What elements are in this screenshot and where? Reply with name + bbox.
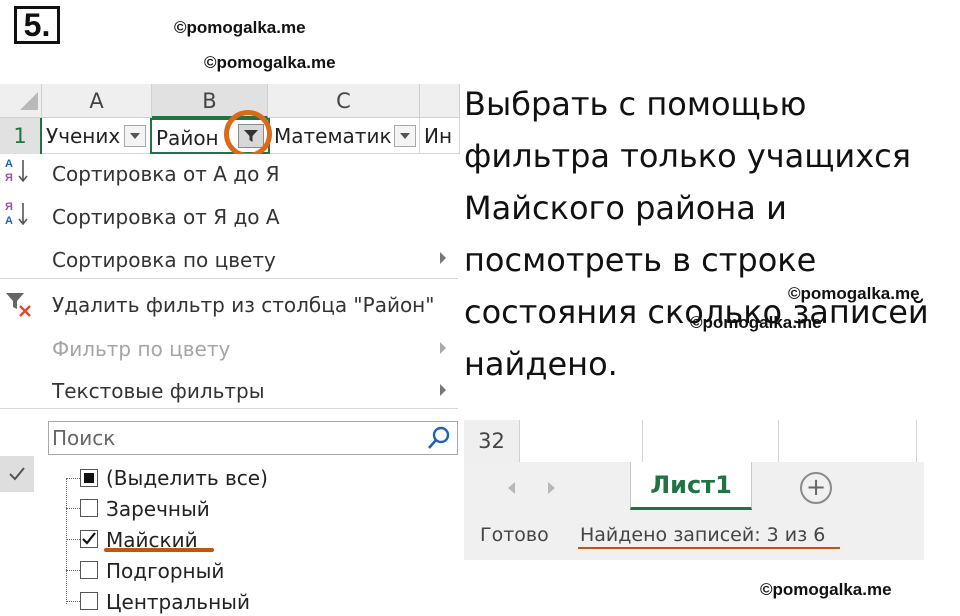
check-icon (82, 532, 96, 545)
tree-line (66, 570, 80, 571)
svg-text:А: А (5, 158, 13, 170)
grid-row (464, 420, 924, 463)
text-filters-item[interactable]: Текстовые фильтры (52, 379, 265, 403)
check-icon (9, 467, 25, 481)
watermark: ©pomogalka.me (174, 18, 306, 37)
svg-text:Я: Я (5, 201, 13, 213)
header-cell-label: Математик (274, 124, 392, 148)
menu-separator (0, 408, 458, 409)
selected-indicator (0, 456, 34, 492)
header-cell-label: Ин (424, 124, 453, 148)
watermark: ©pomogalka.me (760, 580, 892, 599)
column-header-a[interactable]: A (42, 84, 152, 118)
select-all-checkbox[interactable] (80, 469, 98, 487)
watermark: ©pomogalka.me (204, 53, 336, 72)
grid-line (916, 420, 917, 462)
sheet-tab-list1[interactable]: Лист1 (630, 462, 752, 510)
row-number[interactable]: 1 (0, 118, 42, 154)
filter-by-color-item: Фильтр по цвету (52, 337, 231, 361)
zarechny-checkbox[interactable] (80, 499, 98, 517)
sort-asc-icon: А Я (5, 158, 28, 184)
grid-line (642, 420, 643, 462)
next-sheet-icon[interactable] (548, 482, 555, 494)
filter-dropdown-c[interactable] (394, 125, 416, 147)
podgorny-checkbox[interactable] (80, 561, 98, 579)
add-sheet-button[interactable]: + (800, 472, 832, 504)
svg-text:Я: Я (5, 172, 13, 184)
submenu-arrow-icon (440, 252, 446, 264)
tree-line (66, 508, 80, 509)
status-ready: Готово (480, 524, 549, 546)
sort-desc-item[interactable]: Сортировка от Я до А (52, 205, 280, 229)
tree-line (66, 478, 80, 479)
tree-line (66, 539, 80, 540)
row-number[interactable]: 32 (464, 420, 520, 462)
column-header-d[interactable] (420, 84, 460, 118)
highlight-circle (224, 110, 272, 158)
task-instruction: Выбрать с помощью фильтра только учащихс… (464, 85, 929, 383)
sort-asc-item[interactable]: Сортировка от А до Я (52, 162, 280, 186)
grid-line (778, 420, 779, 462)
maysky-checkbox[interactable] (80, 530, 98, 548)
search-placeholder: Поиск (52, 426, 116, 450)
select-all-triangle-icon (20, 92, 38, 110)
task-number: 5. (14, 6, 60, 44)
header-cell-label: Учених (46, 124, 121, 148)
centralny-label: Центральный (106, 590, 250, 614)
submenu-arrow-icon (440, 342, 446, 354)
highlight-underline (104, 548, 214, 552)
filter-dropdown-a[interactable] (124, 125, 146, 147)
submenu-arrow-icon (440, 384, 446, 396)
podgorny-label: Подгорный (106, 559, 225, 583)
select-all-label: (Выделить все) (106, 466, 268, 490)
highlight-underline (578, 547, 840, 549)
search-icon[interactable] (426, 424, 454, 452)
sort-desc-icon: Я А (5, 201, 28, 227)
tree-line (66, 478, 67, 604)
status-records-found: Найдено записей: 3 из 6 (580, 524, 826, 546)
tree-line (66, 601, 80, 602)
header-cell-d[interactable]: Ин (420, 118, 460, 154)
prev-sheet-icon[interactable] (508, 482, 515, 494)
svg-text:А: А (5, 215, 13, 227)
sort-by-color-item[interactable]: Сортировка по цвету (52, 248, 276, 272)
column-header-c[interactable]: C (268, 84, 420, 118)
centralny-checkbox[interactable] (80, 592, 98, 610)
clear-filter-icon (6, 293, 31, 317)
header-cell-label: Район (156, 126, 219, 150)
clear-filter-item[interactable]: Удалить фильтр из столбца "Район" (52, 293, 434, 317)
zarechny-label: Заречный (106, 497, 210, 521)
menu-separator (0, 278, 458, 279)
